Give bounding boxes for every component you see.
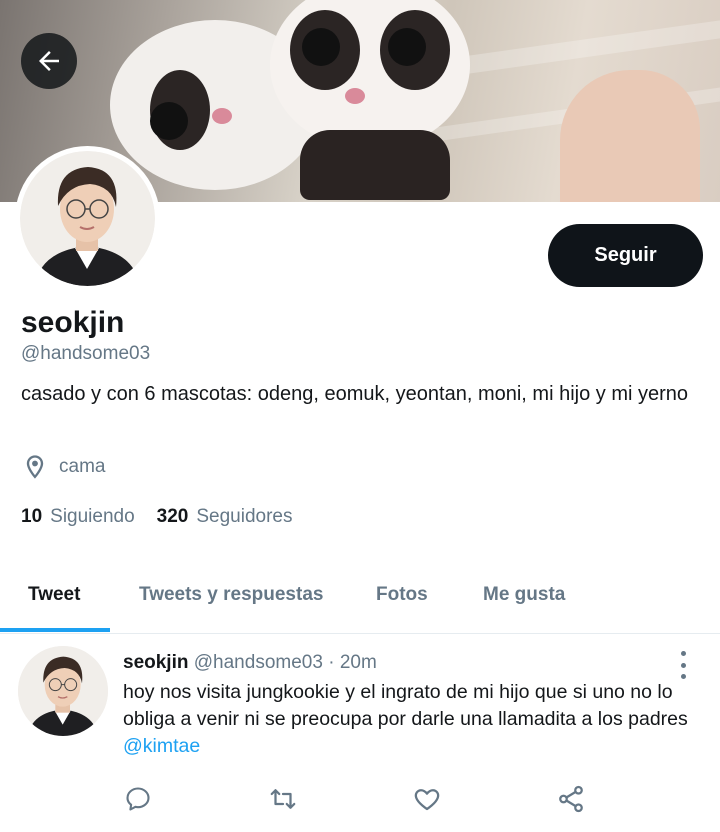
reply-icon [126, 787, 150, 811]
followers-label: Seguidores [196, 506, 293, 527]
profile-location: cama [21, 453, 105, 481]
back-button[interactable] [21, 33, 77, 89]
share-button[interactable] [551, 779, 591, 819]
like-icon [414, 789, 440, 811]
profile-tabs: Tweet Tweets y respuestas Fotos Me gusta [0, 556, 720, 634]
avatar-image [20, 151, 155, 286]
profile-avatar[interactable] [15, 146, 160, 291]
following-label: Siguiendo [50, 506, 135, 527]
following-link[interactable]: 10 Siguiendo [21, 506, 135, 528]
retweet-icon [270, 789, 296, 809]
tweet-time[interactable]: 20m [340, 652, 377, 673]
tab-tweets[interactable]: Tweet [28, 556, 80, 634]
follow-button[interactable]: Seguir [548, 224, 703, 287]
tweet[interactable]: seokjin @handsome03 · 20m hoy nos visita… [0, 634, 720, 832]
tweet-text: hoy nos visita jungkookie y el ingrato d… [123, 679, 693, 760]
share-icon [559, 785, 583, 813]
followers-count: 320 [156, 506, 189, 527]
active-tab-indicator [0, 628, 110, 632]
following-count: 10 [21, 506, 43, 527]
like-button[interactable] [407, 779, 447, 819]
tweet-body: hoy nos visita jungkookie y el ingrato d… [123, 681, 688, 730]
profile-bio: casado y con 6 mascotas: odeng, eomuk, y… [21, 383, 689, 405]
avatar-image [18, 646, 108, 736]
more-options-icon[interactable] [672, 651, 694, 679]
arrow-left-icon [39, 51, 59, 71]
location-text: cama [59, 456, 106, 477]
tweet-mention-link[interactable]: @kimtae [123, 735, 200, 757]
profile-name: seokjin [21, 306, 125, 339]
reply-button[interactable] [118, 779, 158, 819]
followers-link[interactable]: 320 Seguidores [157, 506, 293, 528]
tweet-actions [0, 779, 720, 819]
tweet-header: seokjin @handsome03 · 20m [123, 652, 377, 674]
tab-tweets-replies[interactable]: Tweets y respuestas [139, 556, 323, 634]
tab-media[interactable]: Fotos [376, 556, 428, 634]
tweet-avatar[interactable] [18, 646, 108, 736]
tweet-separator: · [322, 652, 340, 673]
tweet-author-name[interactable]: seokjin [123, 652, 188, 673]
profile-handle: @handsome03 [21, 343, 151, 364]
tab-likes[interactable]: Me gusta [483, 556, 565, 634]
map-pin-icon [26, 455, 44, 479]
tweet-author-handle[interactable]: @handsome03 [194, 652, 323, 673]
retweet-button[interactable] [263, 779, 303, 819]
profile-stats: 10 Siguiendo 320 Seguidores [21, 506, 293, 528]
